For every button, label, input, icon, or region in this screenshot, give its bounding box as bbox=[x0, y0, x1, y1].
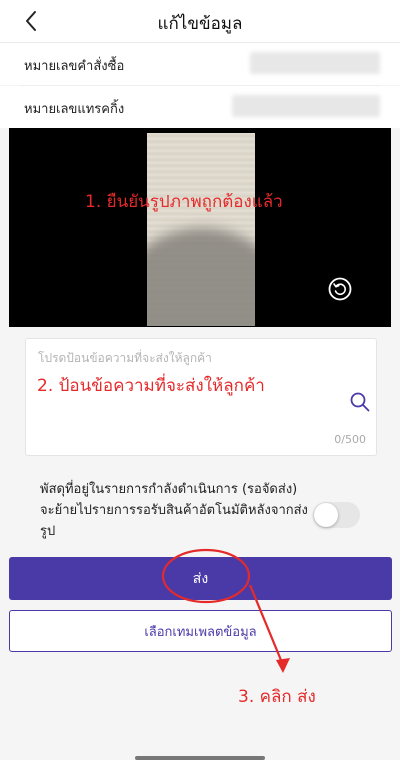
header-bar: แก้ไขข้อมูล bbox=[0, 0, 400, 43]
rotate-icon bbox=[328, 277, 352, 301]
order-number-value-blurred bbox=[250, 52, 380, 74]
parcel-photo bbox=[147, 133, 255, 326]
pointer-arrow-head bbox=[276, 658, 290, 673]
auto-move-description: พัสดุที่อยู่ในรายการกำลังดำเนินการ (รอจั… bbox=[40, 482, 308, 539]
search-icon bbox=[350, 392, 370, 412]
order-number-label: หมายเลขคำสั่งซื้อ bbox=[24, 59, 125, 74]
annotation-step-3: 3. คลิก ส่ง bbox=[238, 687, 316, 707]
search-button[interactable] bbox=[349, 391, 371, 413]
photo-preview bbox=[9, 128, 391, 327]
auto-move-toggle[interactable] bbox=[313, 502, 360, 528]
tracking-number-label: หมายเลขแทรคกิ้ง bbox=[24, 102, 125, 117]
order-number-row: หมายเลขคำสั่งซื้อ bbox=[0, 43, 400, 85]
tracking-number-value-blurred bbox=[232, 95, 380, 117]
tracking-number-row: หมายเลขแทรคกิ้ง bbox=[0, 86, 400, 128]
send-button[interactable]: ส่ง bbox=[9, 557, 392, 600]
rotate-button[interactable] bbox=[327, 276, 353, 302]
annotation-step-2: 2. ป้อนข้อความที่จะส่งให้ลูกค้า bbox=[37, 376, 265, 396]
page-title: แก้ไขข้อมูล bbox=[157, 14, 243, 34]
annotation-step-1: 1. ยืนยันรูปภาพถูกต้องแล้ว bbox=[85, 192, 283, 212]
character-counter: 0/500 bbox=[334, 433, 366, 446]
home-indicator bbox=[135, 756, 265, 760]
select-template-button[interactable]: เลือกเทมเพลตข้อมูล bbox=[9, 610, 392, 652]
toggle-knob bbox=[314, 503, 338, 527]
